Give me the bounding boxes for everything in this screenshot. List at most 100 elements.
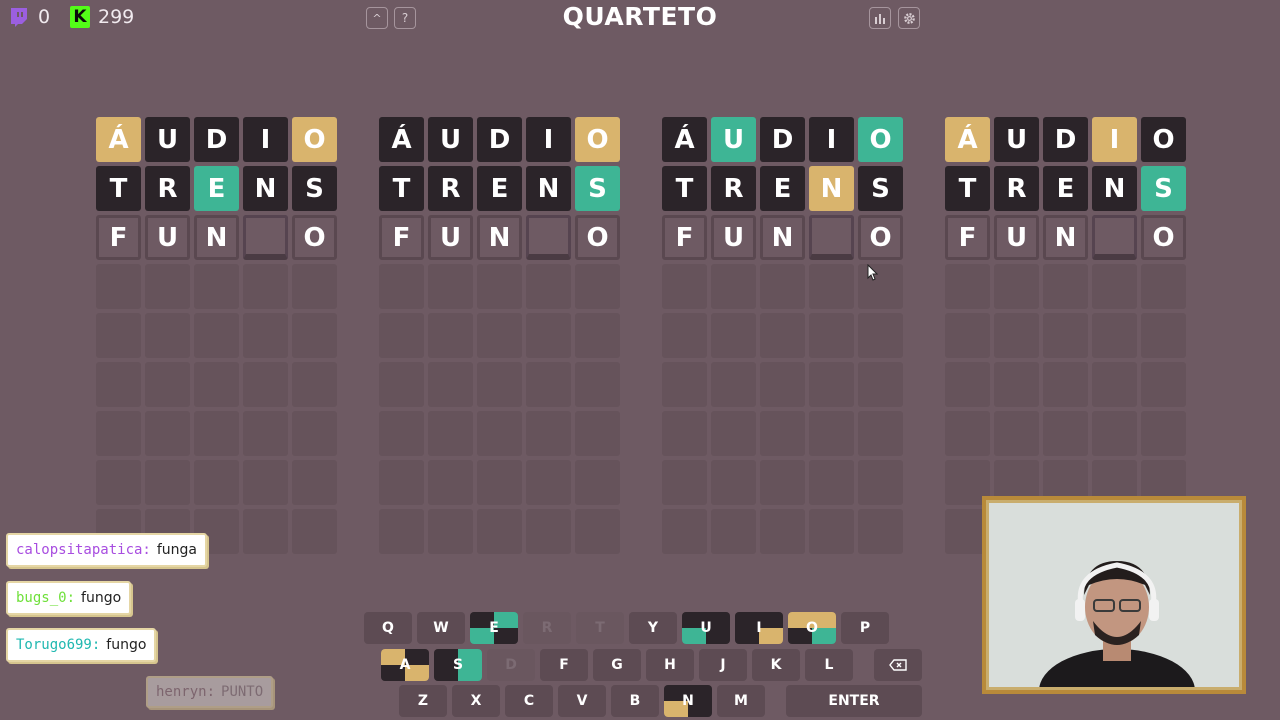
tile: [477, 509, 522, 554]
chat-text: fungo: [81, 590, 122, 606]
backspace-icon: [889, 659, 907, 671]
tile: F: [662, 215, 707, 260]
chat-message: henryn: PUNTO: [146, 676, 274, 708]
key-e[interactable]: E: [470, 612, 518, 644]
tile: [809, 411, 854, 456]
tile: [526, 411, 571, 456]
tile: U: [711, 117, 756, 162]
tile: [526, 264, 571, 309]
chat-text: PUNTO: [221, 684, 264, 700]
key-n[interactable]: N: [664, 685, 712, 717]
key-a[interactable]: A: [381, 649, 429, 681]
key-o[interactable]: O: [788, 612, 836, 644]
tile: T: [379, 166, 424, 211]
tile: N: [760, 215, 805, 260]
tile: [243, 460, 288, 505]
key-z[interactable]: Z: [399, 685, 447, 717]
stats-button[interactable]: [869, 7, 891, 29]
tile: [1043, 313, 1088, 358]
tile: [379, 509, 424, 554]
enter-button[interactable]: ENTER: [786, 685, 922, 717]
tile: [194, 264, 239, 309]
key-k[interactable]: K: [752, 649, 800, 681]
key-x[interactable]: X: [452, 685, 500, 717]
tile: S: [292, 166, 337, 211]
key-u[interactable]: U: [682, 612, 730, 644]
tile: I: [1092, 117, 1137, 162]
tile: [858, 362, 903, 407]
tile: [809, 460, 854, 505]
tile: [1092, 313, 1137, 358]
key-p[interactable]: P: [841, 612, 889, 644]
key-label: Y: [647, 620, 659, 636]
key-label: T: [595, 620, 605, 636]
tile: N: [194, 215, 239, 260]
tile: [809, 362, 854, 407]
tile: [662, 460, 707, 505]
key-c[interactable]: C: [505, 685, 553, 717]
tile: U: [994, 117, 1039, 162]
tile: [575, 509, 620, 554]
key-q[interactable]: Q: [364, 612, 412, 644]
tile: [379, 264, 424, 309]
tile: [1141, 313, 1186, 358]
tile: [96, 411, 141, 456]
tile: [526, 509, 571, 554]
tile: [243, 313, 288, 358]
tile: [428, 460, 473, 505]
tile: [379, 313, 424, 358]
key-label: O: [806, 620, 818, 636]
tile: S: [575, 166, 620, 211]
tile: [711, 313, 756, 358]
tile: E: [760, 166, 805, 211]
key-j[interactable]: J: [699, 649, 747, 681]
tile: I: [809, 117, 854, 162]
tile: [575, 264, 620, 309]
key-i[interactable]: I: [735, 612, 783, 644]
key-label: D: [505, 657, 517, 673]
tile: [711, 411, 756, 456]
settings-button[interactable]: [898, 7, 920, 29]
key-v[interactable]: V: [558, 685, 606, 717]
key-w[interactable]: W: [417, 612, 465, 644]
tile: [858, 313, 903, 358]
tile: U: [428, 215, 473, 260]
tile: I: [526, 117, 571, 162]
key-s[interactable]: S: [434, 649, 482, 681]
key-label: R: [541, 620, 553, 636]
key-m[interactable]: M: [717, 685, 765, 717]
tile: [575, 460, 620, 505]
tile: [145, 264, 190, 309]
tile: Á: [379, 117, 424, 162]
tile: S: [1141, 166, 1186, 211]
tile: [526, 362, 571, 407]
tile: [477, 313, 522, 358]
tile: [292, 411, 337, 456]
key-b[interactable]: B: [611, 685, 659, 717]
key-r[interactable]: R: [523, 612, 571, 644]
key-t[interactable]: T: [576, 612, 624, 644]
backspace-button[interactable]: [874, 649, 922, 681]
key-label: K: [770, 657, 782, 673]
tile: [96, 460, 141, 505]
tile: [575, 313, 620, 358]
tile: S: [858, 166, 903, 211]
key-d[interactable]: D: [487, 649, 535, 681]
key-g[interactable]: G: [593, 649, 641, 681]
tile: [662, 313, 707, 358]
bar-chart-icon: [875, 14, 885, 24]
key-label: H: [664, 657, 676, 673]
tile: T: [662, 166, 707, 211]
chat-message: calopsitapatica: funga: [6, 533, 207, 567]
key-label: L: [824, 657, 834, 673]
tile: U: [711, 215, 756, 260]
key-f[interactable]: F: [540, 649, 588, 681]
key-h[interactable]: H: [646, 649, 694, 681]
tile: E: [194, 166, 239, 211]
key-l[interactable]: L: [805, 649, 853, 681]
tile: [1092, 215, 1137, 260]
tile: O: [575, 215, 620, 260]
tile: [994, 411, 1039, 456]
tile: [711, 509, 756, 554]
key-y[interactable]: Y: [629, 612, 677, 644]
